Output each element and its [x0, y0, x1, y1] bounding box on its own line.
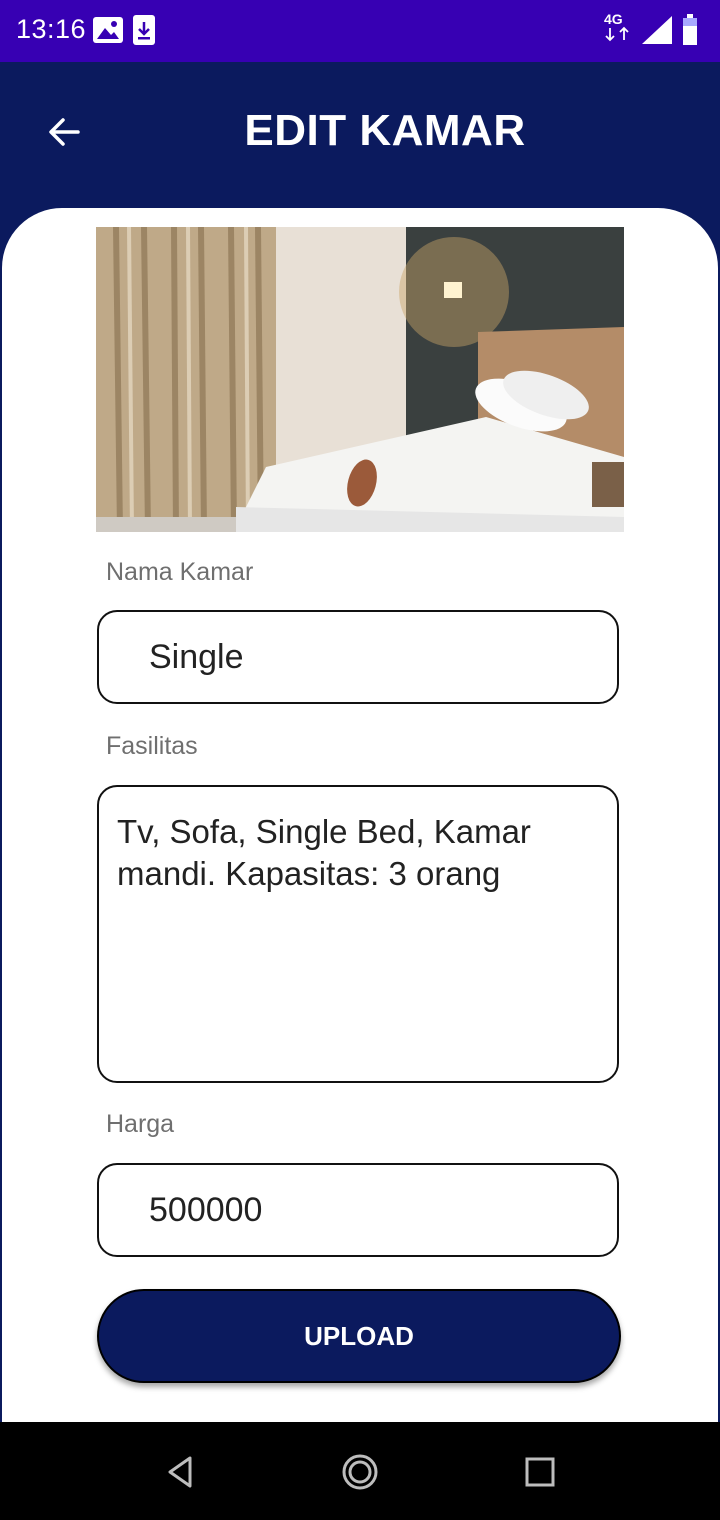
- network-type-indicator: 4G: [604, 12, 638, 46]
- status-bar: 13:16 4G: [0, 0, 720, 62]
- nama-kamar-input[interactable]: Single: [97, 610, 619, 704]
- upload-button[interactable]: UPLOAD: [97, 1289, 621, 1383]
- download-icon: [133, 15, 155, 45]
- nama-kamar-label: Nama Kamar: [106, 558, 254, 586]
- fasilitas-label: Fasilitas: [106, 732, 198, 760]
- app-header: EDIT KAMAR: [0, 62, 720, 212]
- data-arrows-icon: [605, 26, 629, 42]
- harga-input[interactable]: 500000: [97, 1163, 619, 1257]
- gallery-icon: [93, 17, 123, 43]
- navigation-bar: [0, 1422, 720, 1520]
- harga-label: Harga: [106, 1110, 175, 1138]
- room-image[interactable]: [96, 227, 624, 532]
- fasilitas-input[interactable]: Tv, Sofa, Single Bed, Kamar mandi. Kapas…: [97, 785, 619, 1083]
- back-triangle-icon[interactable]: [160, 1452, 200, 1492]
- battery-icon: [683, 14, 697, 45]
- signal-icon: [642, 16, 672, 44]
- home-circle-icon[interactable]: [340, 1452, 380, 1492]
- page-title: EDIT KAMAR: [244, 106, 526, 155]
- status-time: 13:16: [16, 14, 87, 44]
- recents-square-icon[interactable]: [520, 1452, 560, 1492]
